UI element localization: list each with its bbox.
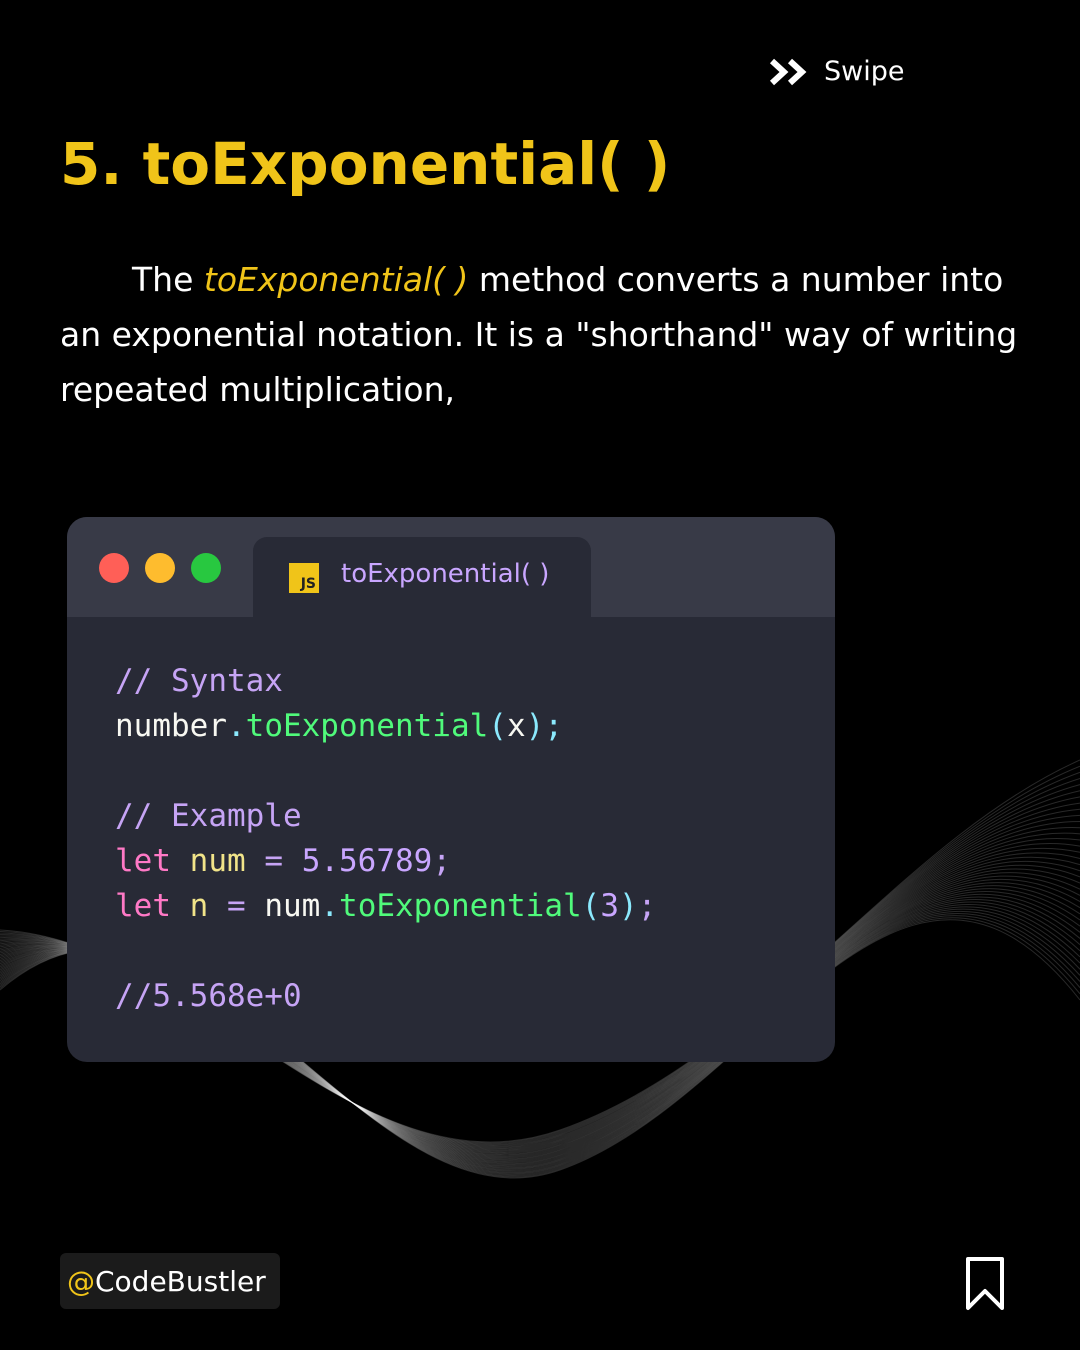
code-object: number (115, 708, 227, 744)
code-semicolon: ; (432, 843, 452, 879)
code-semicolon: ; (637, 888, 657, 924)
code-operator: = (227, 888, 246, 924)
code-variable: n (189, 888, 209, 924)
code-comment: // Syntax (115, 663, 283, 699)
maximize-window-button[interactable] (191, 553, 221, 583)
code-paren: ( (581, 888, 601, 924)
handle-at-sign: @ (67, 1264, 95, 1298)
code-line: //5.568e+0 (115, 974, 656, 1019)
code-semicolon: ; (544, 708, 563, 744)
code-block: // Syntax number.toExponential(x); // Ex… (115, 659, 656, 1019)
code-paren: ( (488, 708, 507, 744)
intro-paragraph: The toExponential( ) method converts a n… (60, 252, 1030, 417)
swipe-label: Swipe (824, 56, 905, 87)
code-method: toExponential (245, 708, 489, 744)
editor-title-bar: JS toExponential( ) (67, 517, 835, 617)
code-paren: ) (619, 888, 638, 924)
code-dot: . (320, 888, 340, 924)
close-window-button[interactable] (99, 553, 129, 583)
code-line: let num = 5.56789; (115, 839, 656, 884)
swipe-hint[interactable]: Swipe (768, 56, 904, 87)
code-keyword: let (115, 888, 171, 924)
double-chevron-right-icon (769, 58, 807, 85)
minimize-window-button[interactable] (145, 553, 175, 583)
code-method: toExponential (339, 888, 582, 924)
slide-title: 5. toExponential( ) (60, 130, 671, 198)
code-line: // Example (115, 794, 656, 839)
code-editor-window: JS toExponential( ) // Syntax number.toE… (67, 517, 835, 1062)
code-paren: ) (525, 708, 545, 744)
code-dot: . (226, 708, 246, 744)
code-operator: = (264, 843, 284, 879)
code-variable: num (189, 843, 246, 879)
code-result-comment: //5.568e+0 (115, 978, 302, 1014)
author-handle[interactable]: @ CodeBustler (60, 1253, 280, 1309)
code-number: 3 (600, 888, 620, 924)
code-number: 5.56789 (301, 843, 433, 879)
code-comment: // Example (115, 798, 302, 834)
code-object: num (264, 888, 321, 924)
code-line: let n = num.toExponential(3); (115, 884, 656, 929)
code-keyword: let (115, 843, 171, 879)
code-line: // Syntax (115, 659, 656, 704)
handle-name: CodeBustler (95, 1264, 266, 1298)
code-argument: x (506, 708, 526, 744)
editor-tab[interactable]: JS toExponential( ) (253, 537, 591, 617)
intro-method-highlight: toExponential( ) (203, 260, 469, 299)
js-file-icon: JS (289, 563, 319, 593)
bookmark-icon[interactable] (962, 1255, 1008, 1313)
code-line: number.toExponential(x); (115, 704, 656, 749)
tab-label: toExponential( ) (341, 559, 550, 589)
intro-text-before: The (132, 260, 204, 299)
